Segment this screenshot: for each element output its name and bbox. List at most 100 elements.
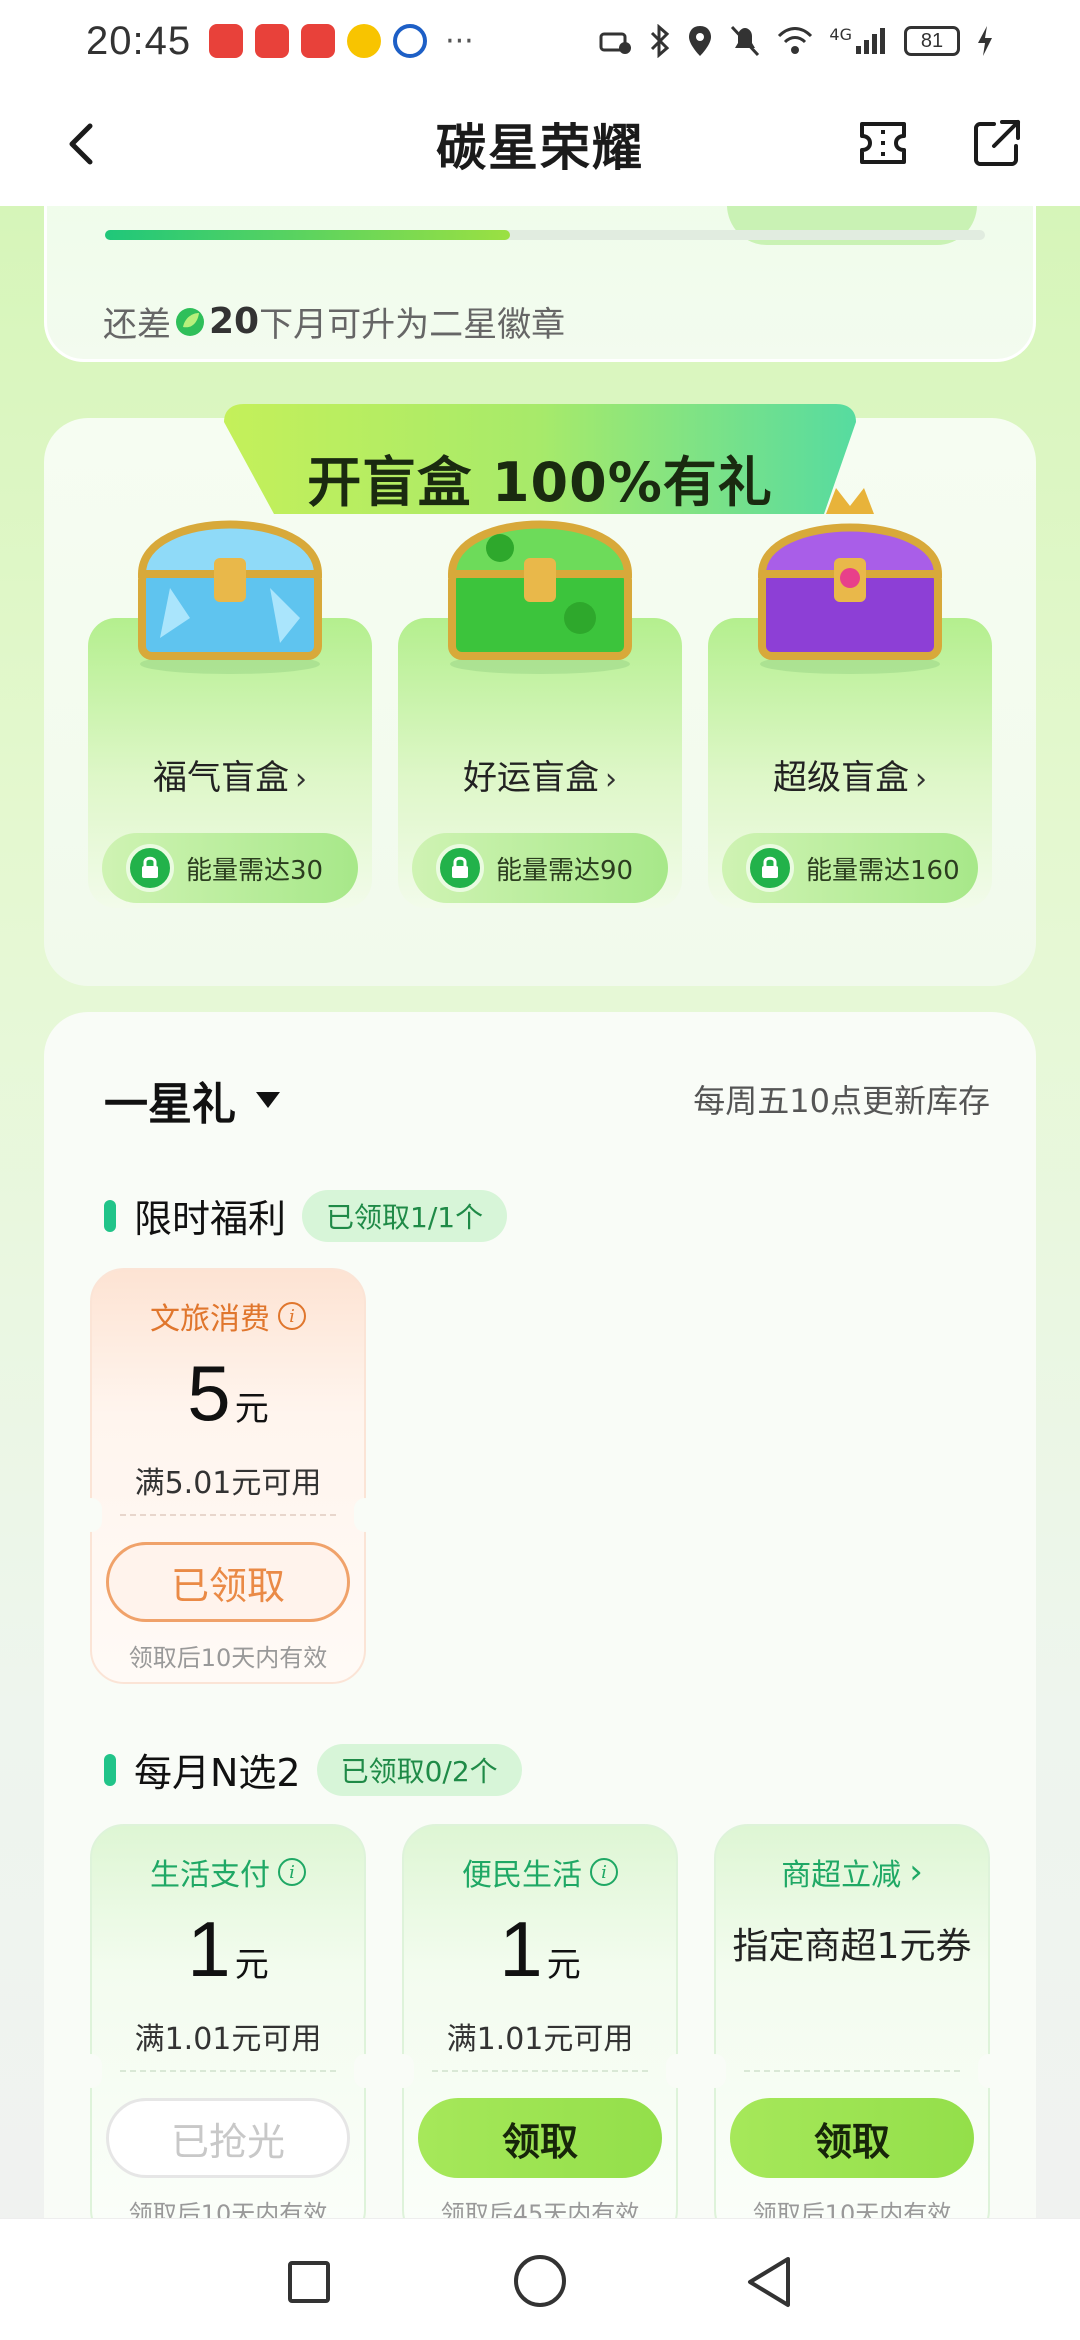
- coupon-notch: [704, 2054, 726, 2088]
- coupon-category: 文旅消费 i: [92, 1294, 364, 1338]
- app-notification-icon: [301, 24, 336, 58]
- chevron-right-icon: ›: [605, 762, 617, 797]
- coupon-divider: [120, 1514, 336, 1516]
- progress-hint: 还差 20 下月可升为二星徽章: [103, 297, 565, 346]
- status-bar: 20:45 ··· 4G 81: [0, 0, 1080, 82]
- wifi-icon: [778, 27, 813, 54]
- level-selector[interactable]: 一星礼: [104, 1068, 280, 1132]
- blind-box-name: 超级盲盒: [773, 758, 909, 798]
- app-notification-icon: [347, 24, 382, 58]
- energy-requirement: 能量需达30: [102, 833, 358, 903]
- blind-box-haoyun[interactable]: 好运盲盒 › 能量需达90: [398, 520, 682, 908]
- blind-box-name: 福气盲盒: [153, 758, 289, 798]
- home-button[interactable]: [514, 2255, 566, 2307]
- section-title: 限时福利: [134, 1197, 287, 1241]
- blind-box-name: 好运盲盒: [463, 758, 599, 798]
- section-claimed-tag: 已领取0/2个: [316, 1743, 522, 1796]
- recents-button[interactable]: [288, 2261, 330, 2303]
- coupon-convenience: 便民生活 i 1元 满1.01元可用 领取 领取后45天内有效: [392, 1824, 688, 2218]
- progress-bar-fill: [105, 230, 510, 240]
- coupon-category-text: 商超立减: [781, 1858, 902, 1893]
- status-time: 20:45: [86, 18, 192, 63]
- coupon-notch: [80, 1498, 102, 1532]
- chevron-right-icon: ›: [295, 762, 307, 797]
- section-claimed-tag: 已领取1/1个: [302, 1189, 508, 1242]
- coupon-notch: [392, 2054, 414, 2088]
- battery-level: 81: [904, 26, 960, 56]
- section-limited-welfare: 限时福利 已领取1/1个: [104, 1188, 508, 1243]
- blind-box-label: 超级盲盒 ›: [708, 750, 992, 799]
- claim-button[interactable]: 领取: [730, 2098, 974, 2178]
- chevron-right-icon: ›: [909, 1852, 923, 1892]
- section-bar: [104, 1753, 116, 1786]
- scroll-content[interactable]: 还差 20 下月可升为二星徽章 开盲盒 100%有礼 福气盲盒 › 能量需达30…: [0, 206, 1080, 2218]
- chest-icon: [137, 520, 323, 674]
- vpn-icon: [599, 32, 632, 54]
- coupon-category: 生活支付 i: [92, 1850, 364, 1894]
- bluetooth-icon: [651, 24, 670, 58]
- coupon-notch: [666, 2054, 688, 2088]
- coupon-validity: 领取后45天内有效: [440, 2200, 640, 2218]
- info-icon[interactable]: i: [590, 1858, 618, 1886]
- coupon-amount: 5元: [92, 1348, 364, 1439]
- coupon-notch: [354, 2054, 376, 2088]
- coupon-amount: 1元: [92, 1904, 364, 1995]
- coupon-life-payment: 生活支付 i 1元 满1.01元可用 已抢光 领取后10天内有效: [80, 1824, 376, 2218]
- share-icon[interactable]: [972, 118, 1022, 168]
- info-icon[interactable]: i: [278, 1858, 306, 1886]
- claim-button[interactable]: 领取: [418, 2098, 662, 2178]
- energy-requirement-text: 能量需达30: [186, 855, 324, 886]
- info-icon[interactable]: i: [278, 1302, 306, 1330]
- progress-amount: 20: [209, 301, 260, 342]
- coupon-amount: 1元: [404, 1904, 676, 1995]
- coupon-travel: 文旅消费 i 5元 满5.01元可用 已领取 领取后10天内有效: [80, 1268, 376, 1684]
- coupon-divider: [432, 2070, 648, 2072]
- coupon-supermarket: 商超立减 › 指定商超1元券 领取 领取后10天内有效: [704, 1824, 1000, 2218]
- lock-icon: [436, 844, 484, 892]
- page-title: 碳星荣耀: [436, 119, 644, 177]
- coupon-category[interactable]: 商超立减 ›: [716, 1850, 988, 1894]
- claimed-button[interactable]: 已领取: [106, 1542, 350, 1622]
- coupon-validity: 领取后10天内有效: [128, 2200, 328, 2218]
- coupon-condition: 满5.01元可用: [134, 1466, 322, 1501]
- coupon-category-text: 文旅消费: [150, 1302, 270, 1337]
- progress-suffix: 下月可升为二星徽章: [259, 305, 566, 345]
- energy-requirement-text: 能量需达160: [806, 855, 960, 886]
- back-triangle-icon[interactable]: [744, 2255, 794, 2309]
- energy-requirement: 能量需达160: [722, 833, 978, 903]
- lock-icon: [126, 844, 174, 892]
- status-app-icons: ···: [209, 24, 474, 59]
- progress-prefix: 还差: [103, 305, 171, 345]
- more-notifications-icon: ···: [445, 23, 474, 59]
- ticket-icon[interactable]: [858, 120, 908, 166]
- coupon-notch: [978, 2054, 1000, 2088]
- lock-icon: [746, 844, 794, 892]
- coupon-amount-unit: 元: [234, 1389, 269, 1429]
- coupon-validity: 领取后10天内有效: [752, 2200, 952, 2218]
- energy-requirement-text: 能量需达90: [496, 855, 634, 886]
- app-notification-icon: [209, 24, 244, 58]
- blind-box-fuqi[interactable]: 福气盲盒 › 能量需达30: [88, 520, 372, 908]
- blind-box-chaoji[interactable]: 超级盲盒 › 能量需达160: [708, 488, 992, 908]
- coupon-divider: [120, 2070, 336, 2072]
- coupon-amount-unit: 元: [546, 1945, 581, 1985]
- signal-icon: [856, 28, 885, 54]
- coupon-category: 便民生活 i: [404, 1850, 676, 1894]
- crown-chest-icon: [757, 488, 943, 674]
- coupon-amount-value: 5: [187, 1349, 231, 1437]
- restock-note: 每周五10点更新库存: [693, 1082, 990, 1120]
- chevron-right-icon: ›: [915, 762, 927, 797]
- badge-progress-card: 还差 20 下月可升为二星徽章: [44, 206, 1036, 362]
- dropdown-triangle-icon: [256, 1092, 280, 1108]
- energy-requirement: 能量需达90: [412, 833, 668, 903]
- gift-card: 一星礼 每周五10点更新库存 限时福利 已领取1/1个 文旅消费 i 5元 满5…: [44, 1012, 1036, 2218]
- coupon-condition: 满1.01元可用: [446, 2022, 634, 2057]
- coupon-description: 指定商超1元券: [732, 1926, 972, 1967]
- back-arrow-icon[interactable]: [62, 122, 102, 166]
- coupon-notch: [80, 2054, 102, 2088]
- coupon-validity: 领取后10天内有效: [128, 1644, 328, 1672]
- top-app-bar: 碳星荣耀: [0, 82, 1080, 206]
- section-monthly-pick: 每月N选2 已领取0/2个: [104, 1742, 522, 1797]
- coupon-category-text: 生活支付: [150, 1858, 270, 1893]
- sold-out-button: 已抢光: [106, 2098, 350, 2178]
